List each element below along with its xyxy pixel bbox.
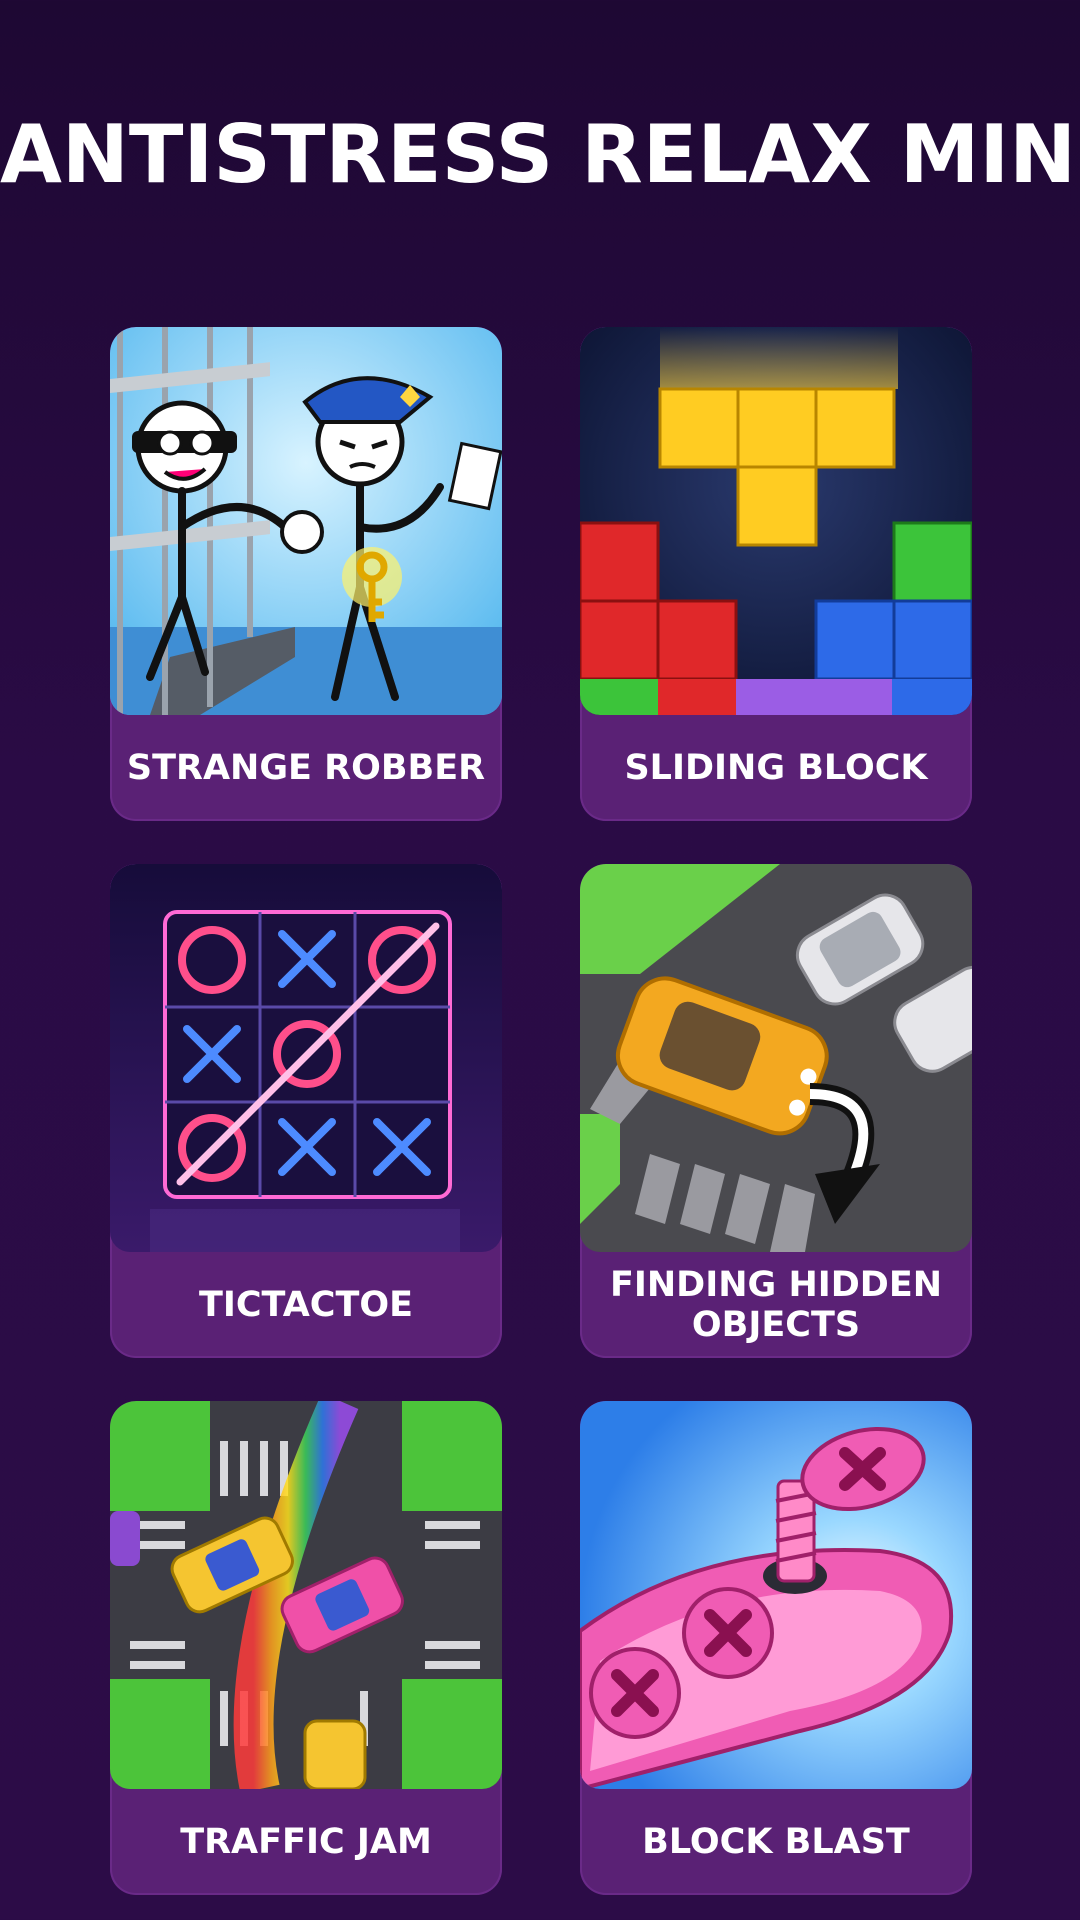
game-card-strange-robber[interactable]: STRANGE ROBBER <box>110 327 502 821</box>
game-label: SLIDING BLOCK <box>624 748 928 788</box>
stickman-robber-police-icon <box>110 327 502 715</box>
game-card-traffic-jam[interactable]: TRAFFIC JAM <box>110 1401 502 1895</box>
game-card-sliding-block[interactable]: SLIDING BLOCK <box>580 327 972 821</box>
neon-tictactoe-icon <box>110 864 502 1252</box>
falling-blocks-icon <box>580 327 972 715</box>
game-card-block-blast[interactable]: BLOCK BLAST <box>580 1401 972 1895</box>
pink-screw-icon <box>580 1401 972 1789</box>
game-label: STRANGE ROBBER <box>126 748 486 788</box>
rainbow-traffic-icon <box>110 1401 502 1789</box>
app-title: ANTISTRESS RELAX MINI <box>0 108 1080 201</box>
game-card-tictactoe[interactable]: TICTACTOE <box>110 864 502 1358</box>
game-label: FINDING HIDDEN OBJECTS <box>609 1265 943 1345</box>
game-label: TICTACTOE <box>198 1285 414 1325</box>
game-label: BLOCK BLAST <box>642 1822 910 1862</box>
parking-car-icon <box>580 864 972 1252</box>
game-card-finding-hidden-objects[interactable]: FINDING HIDDEN OBJECTS <box>580 864 972 1358</box>
game-label: TRAFFIC JAM <box>180 1822 432 1862</box>
